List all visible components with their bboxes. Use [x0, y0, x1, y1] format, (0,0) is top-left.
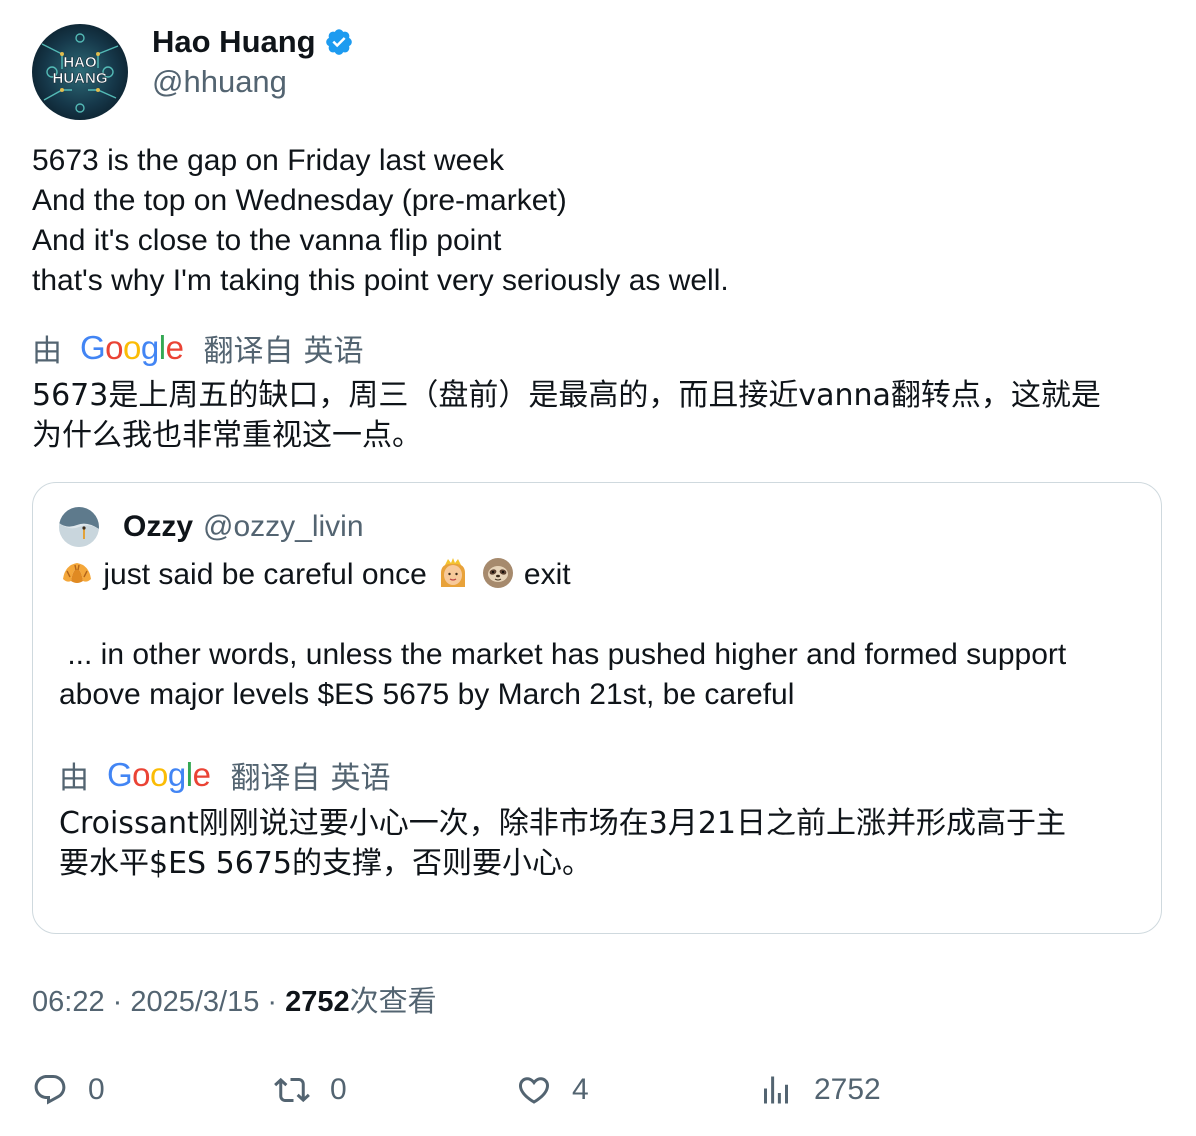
translated-from-label: 翻译自 [230, 762, 321, 795]
reply-button[interactable]: 0 [32, 1070, 105, 1110]
translated-by-label: 由 [32, 335, 62, 368]
quoted-tweet-card[interactable]: Ozzy @ozzy_livin just said be careful on… [32, 482, 1162, 934]
translation-attribution: 由 Google 翻译自 英语 [32, 328, 363, 368]
translated-by-label: 由 [59, 762, 89, 795]
google-logo[interactable]: Google [80, 329, 184, 367]
views-count: 2752 [285, 986, 350, 1018]
quoted-tweet-translation: Croissant刚刚说过要小心一次，除非市场在3月21日之前上涨并形成高于主 … [59, 804, 1149, 884]
quoted-tweet-header: Ozzy @ozzy_livin [59, 507, 364, 547]
analytics-icon [764, 1076, 788, 1104]
quoted-author-avatar[interactable] [59, 507, 99, 547]
translation-line: 要水平$ES 5675的支撑，否则要小心。 [59, 846, 592, 881]
author-avatar[interactable]: HAO HUANG [32, 24, 128, 120]
heart-icon [518, 1077, 550, 1104]
tweet-line: And the top on Wednesday (pre-market) [32, 184, 567, 217]
quoted-author-name[interactable]: Ozzy [123, 510, 193, 544]
views-button[interactable]: 2752 [758, 1070, 881, 1110]
tweet-meta: 06:22 · 2025/3/15 · 2752次查看 [32, 982, 437, 1022]
source-language: 英语 [330, 762, 391, 795]
translated-from-label: 翻译自 [203, 335, 294, 368]
reply-count: 0 [88, 1073, 105, 1106]
avatar-logo-text-1: HAO [63, 54, 97, 71]
croissant-emoji-icon [59, 555, 95, 591]
translation-line: Croissant刚刚说过要小心一次，除非市场在3月21日之前上涨并形成高于主 [59, 806, 1066, 841]
quoted-text-fragment: just said be careful once [103, 558, 427, 591]
meta-separator: · [104, 986, 131, 1018]
retweet-icon [274, 1077, 310, 1103]
author-name-row: Hao Huang [152, 22, 354, 62]
tweet-text: 5673 is the gap on Friday last week And … [32, 141, 1162, 301]
author-handle[interactable]: @hhuang [152, 64, 354, 100]
sloth-emoji-icon [480, 555, 516, 591]
meta-separator: · [259, 986, 286, 1018]
translation-line: 为什么我也非常重视这一点。 [32, 418, 422, 453]
verified-badge-icon[interactable] [324, 27, 354, 57]
translation-line: 5673是上周五的缺口，周三（盘前）是最高的，而且接近vanna翻转点，这就是 [32, 378, 1101, 413]
views-action-count: 2752 [814, 1073, 881, 1106]
quoted-translation-attribution: 由 Google 翻译自 英语 [59, 755, 390, 795]
tweet-date[interactable]: 2025/3/15 [130, 986, 259, 1018]
tweet-line: that's why I'm taking this point very se… [32, 264, 729, 297]
author-name[interactable]: Hao Huang [152, 24, 316, 60]
quoted-author-handle[interactable]: @ozzy_livin [203, 510, 364, 544]
princess-emoji-icon [435, 555, 471, 591]
quoted-line-1: just said be careful once exit [59, 555, 1149, 595]
retweet-count: 0 [330, 1073, 347, 1106]
tweet-line: And it's close to the vanna flip point [32, 224, 502, 257]
quoted-tweet-text: just said be careful once exit ... in ot… [59, 555, 1149, 715]
source-language: 英语 [303, 335, 364, 368]
tweet-line: 5673 is the gap on Friday last week [32, 144, 504, 177]
quoted-line-2: ... in other words, unless the market ha… [59, 638, 1067, 671]
tweet-translation: 5673是上周五的缺口，周三（盘前）是最高的，而且接近vanna翻转点，这就是 … [32, 376, 1172, 456]
author-block: Hao Huang @hhuang [152, 22, 354, 100]
quoted-text-fragment: exit [523, 558, 571, 591]
like-button[interactable]: 4 [516, 1070, 589, 1110]
like-count: 4 [572, 1073, 589, 1106]
retweet-button[interactable]: 0 [274, 1070, 347, 1110]
reply-icon [34, 1075, 66, 1105]
tweet-time[interactable]: 06:22 [32, 986, 105, 1018]
views-label: 次查看 [349, 986, 437, 1018]
avatar-logo-text-2: HUANG [53, 70, 108, 87]
google-logo[interactable]: Google [107, 756, 211, 794]
quoted-line-3: above major levels $ES 5675 by March 21s… [59, 678, 795, 711]
